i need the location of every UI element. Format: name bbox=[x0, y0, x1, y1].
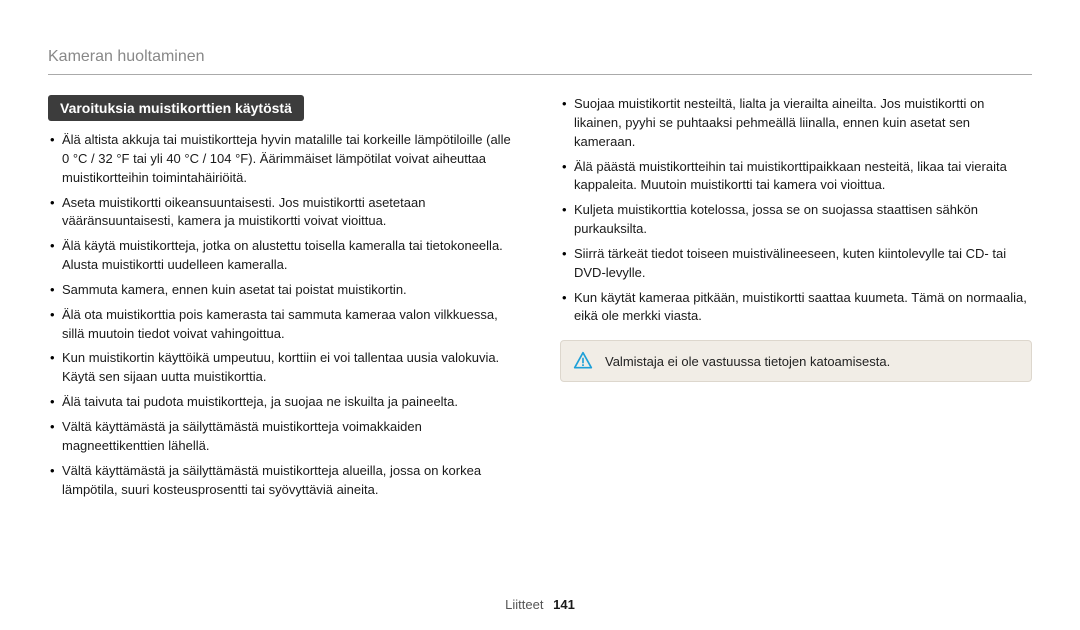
list-item: Älä päästä muistikortteihin tai muistiko… bbox=[560, 158, 1032, 196]
left-column: Varoituksia muistikorttien käytöstä Älä … bbox=[48, 95, 520, 505]
content-columns: Varoituksia muistikorttien käytöstä Älä … bbox=[48, 95, 1032, 505]
list-item: Kun muistikortin käyttöikä umpeutuu, kor… bbox=[48, 349, 520, 387]
left-list: Älä altista akkuja tai muistikortteja hy… bbox=[48, 131, 520, 499]
list-item: Älä käytä muistikortteja, jotka on alust… bbox=[48, 237, 520, 275]
note-box: Valmistaja ei ole vastuussa tietojen kat… bbox=[560, 340, 1032, 382]
list-item: Kuljeta muistikorttia kotelossa, jossa s… bbox=[560, 201, 1032, 239]
section-title: Varoituksia muistikorttien käytöstä bbox=[48, 95, 304, 121]
list-item: Älä altista akkuja tai muistikortteja hy… bbox=[48, 131, 520, 188]
list-item: Siirrä tärkeät tiedot toiseen muistiväli… bbox=[560, 245, 1032, 283]
list-item: Vältä käyttämästä ja säilyttämästä muist… bbox=[48, 462, 520, 500]
list-item: Suojaa muistikortit nesteiltä, lialta ja… bbox=[560, 95, 1032, 152]
list-item: Aseta muistikortti oikeansuuntaisesti. J… bbox=[48, 194, 520, 232]
page-footer: Liitteet 141 bbox=[0, 597, 1080, 612]
right-column: Suojaa muistikortit nesteiltä, lialta ja… bbox=[560, 95, 1032, 505]
footer-label: Liitteet bbox=[505, 597, 543, 612]
note-text: Valmistaja ei ole vastuussa tietojen kat… bbox=[605, 354, 890, 369]
footer-page-number: 141 bbox=[553, 597, 575, 612]
right-list: Suojaa muistikortit nesteiltä, lialta ja… bbox=[560, 95, 1032, 326]
list-item: Älä ota muistikorttia pois kamerasta tai… bbox=[48, 306, 520, 344]
list-item: Sammuta kamera, ennen kuin asetat tai po… bbox=[48, 281, 520, 300]
warning-icon bbox=[573, 351, 593, 371]
list-item: Kun käytät kameraa pitkään, muistikortti… bbox=[560, 289, 1032, 327]
page-header: Kameran huoltaminen bbox=[48, 48, 1032, 75]
list-item: Vältä käyttämästä ja säilyttämästä muist… bbox=[48, 418, 520, 456]
list-item: Älä taivuta tai pudota muistikortteja, j… bbox=[48, 393, 520, 412]
